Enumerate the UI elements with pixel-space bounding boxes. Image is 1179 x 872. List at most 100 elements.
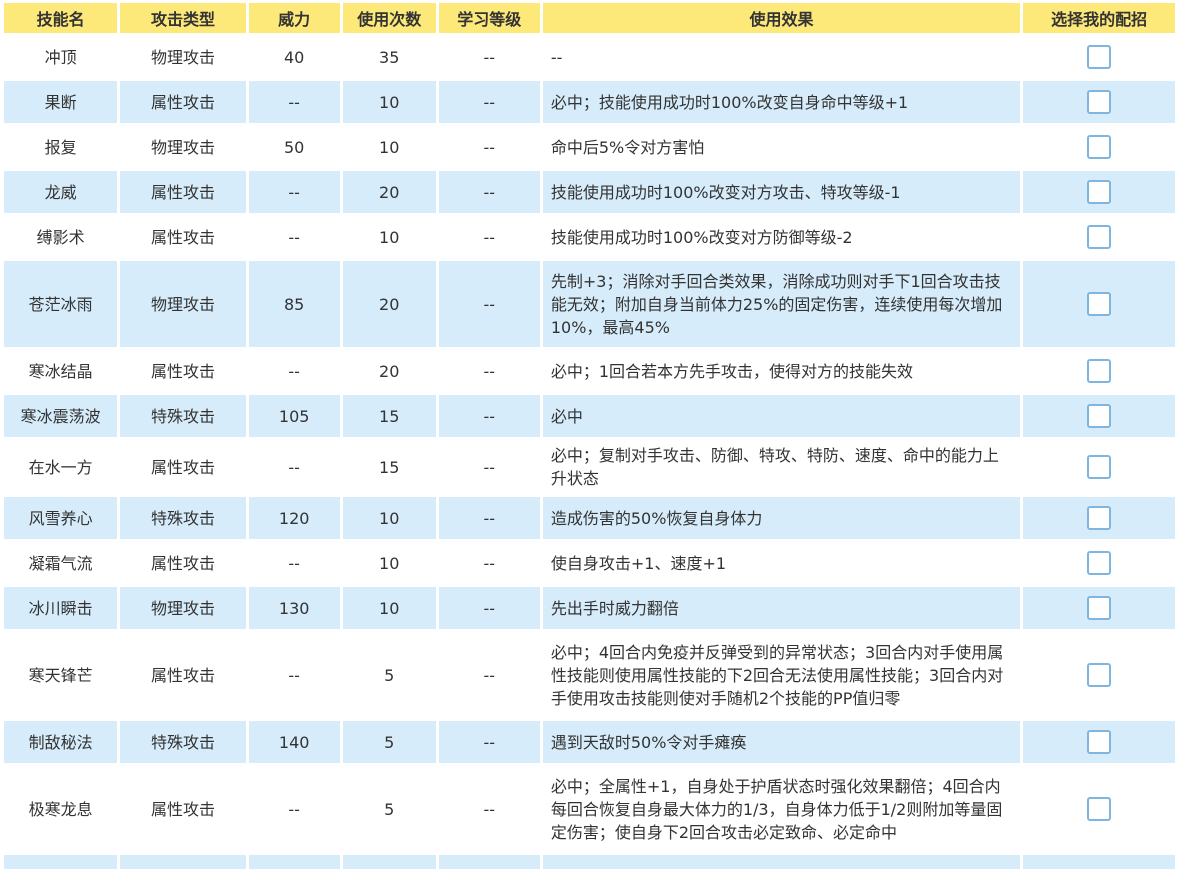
table-row: 果断 属性攻击 -- 10 -- 必中；技能使用成功时100%改变自身命中等级+1 — [4, 81, 1175, 123]
table-row: 风雪养心 特殊攻击 120 10 -- 造成伤害的50%恢复自身体力 — [4, 497, 1175, 539]
skill-name-cell: 寒冰结晶 — [4, 350, 118, 392]
header-learn-level: 学习等级 — [438, 3, 540, 33]
select-cell — [1023, 587, 1175, 629]
select-cell — [1023, 542, 1175, 584]
table-row — [4, 855, 1175, 869]
select-cell — [1023, 632, 1175, 718]
skill-name-cell: 制敌秘法 — [4, 721, 118, 763]
learn-level-cell: -- — [438, 261, 540, 347]
skill-name-cell: 凝霜气流 — [4, 542, 118, 584]
attack-type-cell: 特殊攻击 — [120, 395, 246, 437]
learn-level-cell: -- — [438, 587, 540, 629]
learn-level-cell: -- — [438, 216, 540, 258]
select-cell — [1023, 855, 1175, 869]
table-header-row: 技能名 攻击类型 威力 使用次数 学习等级 使用效果 选择我的配招 — [4, 3, 1175, 33]
attack-type-cell: 特殊攻击 — [120, 721, 246, 763]
select-skill-checkbox[interactable] — [1087, 135, 1112, 160]
uses-cell: 15 — [342, 440, 436, 494]
skill-name-cell: 极寒龙息 — [4, 766, 118, 852]
uses-cell: 20 — [342, 350, 436, 392]
attack-type-cell: 属性攻击 — [120, 542, 246, 584]
select-skill-checkbox[interactable] — [1087, 506, 1112, 531]
uses-cell: 10 — [342, 81, 436, 123]
select-cell — [1023, 440, 1175, 494]
select-skill-checkbox[interactable] — [1087, 797, 1112, 822]
skill-table-body: 冲顶 物理攻击 40 35 -- -- 果断 属性攻击 -- 10 -- 必中；技能使用成功时100%… — [4, 36, 1175, 869]
effect-cell: 必中；全属性+1，自身处于护盾状态时强化效果翻倍；4回合内每回合恢复自身最大体力… — [542, 766, 1021, 852]
uses-cell: 5 — [342, 766, 436, 852]
table-row: 在水一方 属性攻击 -- 15 -- 必中；复制对手攻击、防御、特攻、特防、速度、命中的能… — [4, 440, 1175, 494]
uses-cell: 35 — [342, 36, 436, 78]
select-skill-checkbox[interactable] — [1087, 551, 1112, 576]
select-cell — [1023, 721, 1175, 763]
effect-cell: 技能使用成功时100%改变对方防御等级-2 — [542, 216, 1021, 258]
select-skill-checkbox[interactable] — [1087, 45, 1112, 70]
uses-cell — [342, 855, 436, 869]
table-row: 凝霜气流 属性攻击 -- 10 -- 使自身攻击+1、速度+1 — [4, 542, 1175, 584]
uses-cell: 5 — [342, 632, 436, 718]
attack-type-cell: 属性攻击 — [120, 440, 246, 494]
uses-cell: 20 — [342, 261, 436, 347]
power-cell: -- — [248, 171, 340, 213]
table-row: 苍茫冰雨 物理攻击 85 20 -- 先制+3；消除对手回合类效果，消除成功则对手下1回合… — [4, 261, 1175, 347]
effect-cell: -- — [542, 36, 1021, 78]
select-cell — [1023, 497, 1175, 539]
attack-type-cell: 属性攻击 — [120, 632, 246, 718]
power-cell: 130 — [248, 587, 340, 629]
select-cell — [1023, 350, 1175, 392]
attack-type-cell: 属性攻击 — [120, 216, 246, 258]
select-skill-checkbox[interactable] — [1087, 596, 1112, 621]
attack-type-cell: 物理攻击 — [120, 36, 246, 78]
select-skill-checkbox[interactable] — [1087, 225, 1112, 250]
learn-level-cell: -- — [438, 766, 540, 852]
learn-level-cell — [438, 855, 540, 869]
uses-cell: 10 — [342, 497, 436, 539]
select-cell — [1023, 126, 1175, 168]
learn-level-cell: -- — [438, 632, 540, 718]
header-uses: 使用次数 — [342, 3, 436, 33]
effect-cell: 先制+3；消除对手回合类效果，消除成功则对手下1回合攻击技能无效；附加自身当前体… — [542, 261, 1021, 347]
uses-cell: 10 — [342, 126, 436, 168]
table-row: 缚影术 属性攻击 -- 10 -- 技能使用成功时100%改变对方防御等级-2 — [4, 216, 1175, 258]
learn-level-cell: -- — [438, 395, 540, 437]
power-cell: -- — [248, 632, 340, 718]
learn-level-cell: -- — [438, 36, 540, 78]
power-cell: -- — [248, 216, 340, 258]
learn-level-cell: -- — [438, 81, 540, 123]
power-cell: -- — [248, 440, 340, 494]
power-cell: -- — [248, 766, 340, 852]
attack-type-cell — [120, 855, 246, 869]
select-cell — [1023, 171, 1175, 213]
skill-name-cell: 苍茫冰雨 — [4, 261, 118, 347]
table-row: 寒冰震荡波 特殊攻击 105 15 -- 必中 — [4, 395, 1175, 437]
select-skill-checkbox[interactable] — [1087, 663, 1112, 688]
select-cell — [1023, 216, 1175, 258]
skill-name-cell: 报复 — [4, 126, 118, 168]
skill-name-cell: 缚影术 — [4, 216, 118, 258]
select-skill-checkbox[interactable] — [1087, 90, 1112, 115]
power-cell: 105 — [248, 395, 340, 437]
learn-level-cell: -- — [438, 721, 540, 763]
select-cell — [1023, 766, 1175, 852]
select-skill-checkbox[interactable] — [1087, 292, 1112, 317]
table-row: 报复 物理攻击 50 10 -- 命中后5%令对方害怕 — [4, 126, 1175, 168]
skill-name-cell: 在水一方 — [4, 440, 118, 494]
skill-name-cell: 风雪养心 — [4, 497, 118, 539]
power-cell: 120 — [248, 497, 340, 539]
effect-cell: 先出手时威力翻倍 — [542, 587, 1021, 629]
select-skill-checkbox[interactable] — [1087, 730, 1112, 755]
select-skill-checkbox[interactable] — [1087, 180, 1112, 205]
attack-type-cell: 特殊攻击 — [120, 497, 246, 539]
select-skill-checkbox[interactable] — [1087, 455, 1112, 480]
skill-name-cell — [4, 855, 118, 869]
header-skill-name: 技能名 — [4, 3, 118, 33]
table-row: 寒天锋芒 属性攻击 -- 5 -- 必中；4回合内免疫并反弹受到的异常状态；3回合内对手使… — [4, 632, 1175, 718]
skill-table: 技能名 攻击类型 威力 使用次数 学习等级 使用效果 选择我的配招 冲顶 物理攻击… — [1, 0, 1178, 872]
attack-type-cell: 物理攻击 — [120, 126, 246, 168]
select-skill-checkbox[interactable] — [1087, 359, 1112, 384]
select-cell — [1023, 261, 1175, 347]
effect-cell: 技能使用成功时100%改变对方攻击、特攻等级-1 — [542, 171, 1021, 213]
power-cell: 40 — [248, 36, 340, 78]
select-skill-checkbox[interactable] — [1087, 404, 1112, 429]
skill-name-cell: 冰川瞬击 — [4, 587, 118, 629]
